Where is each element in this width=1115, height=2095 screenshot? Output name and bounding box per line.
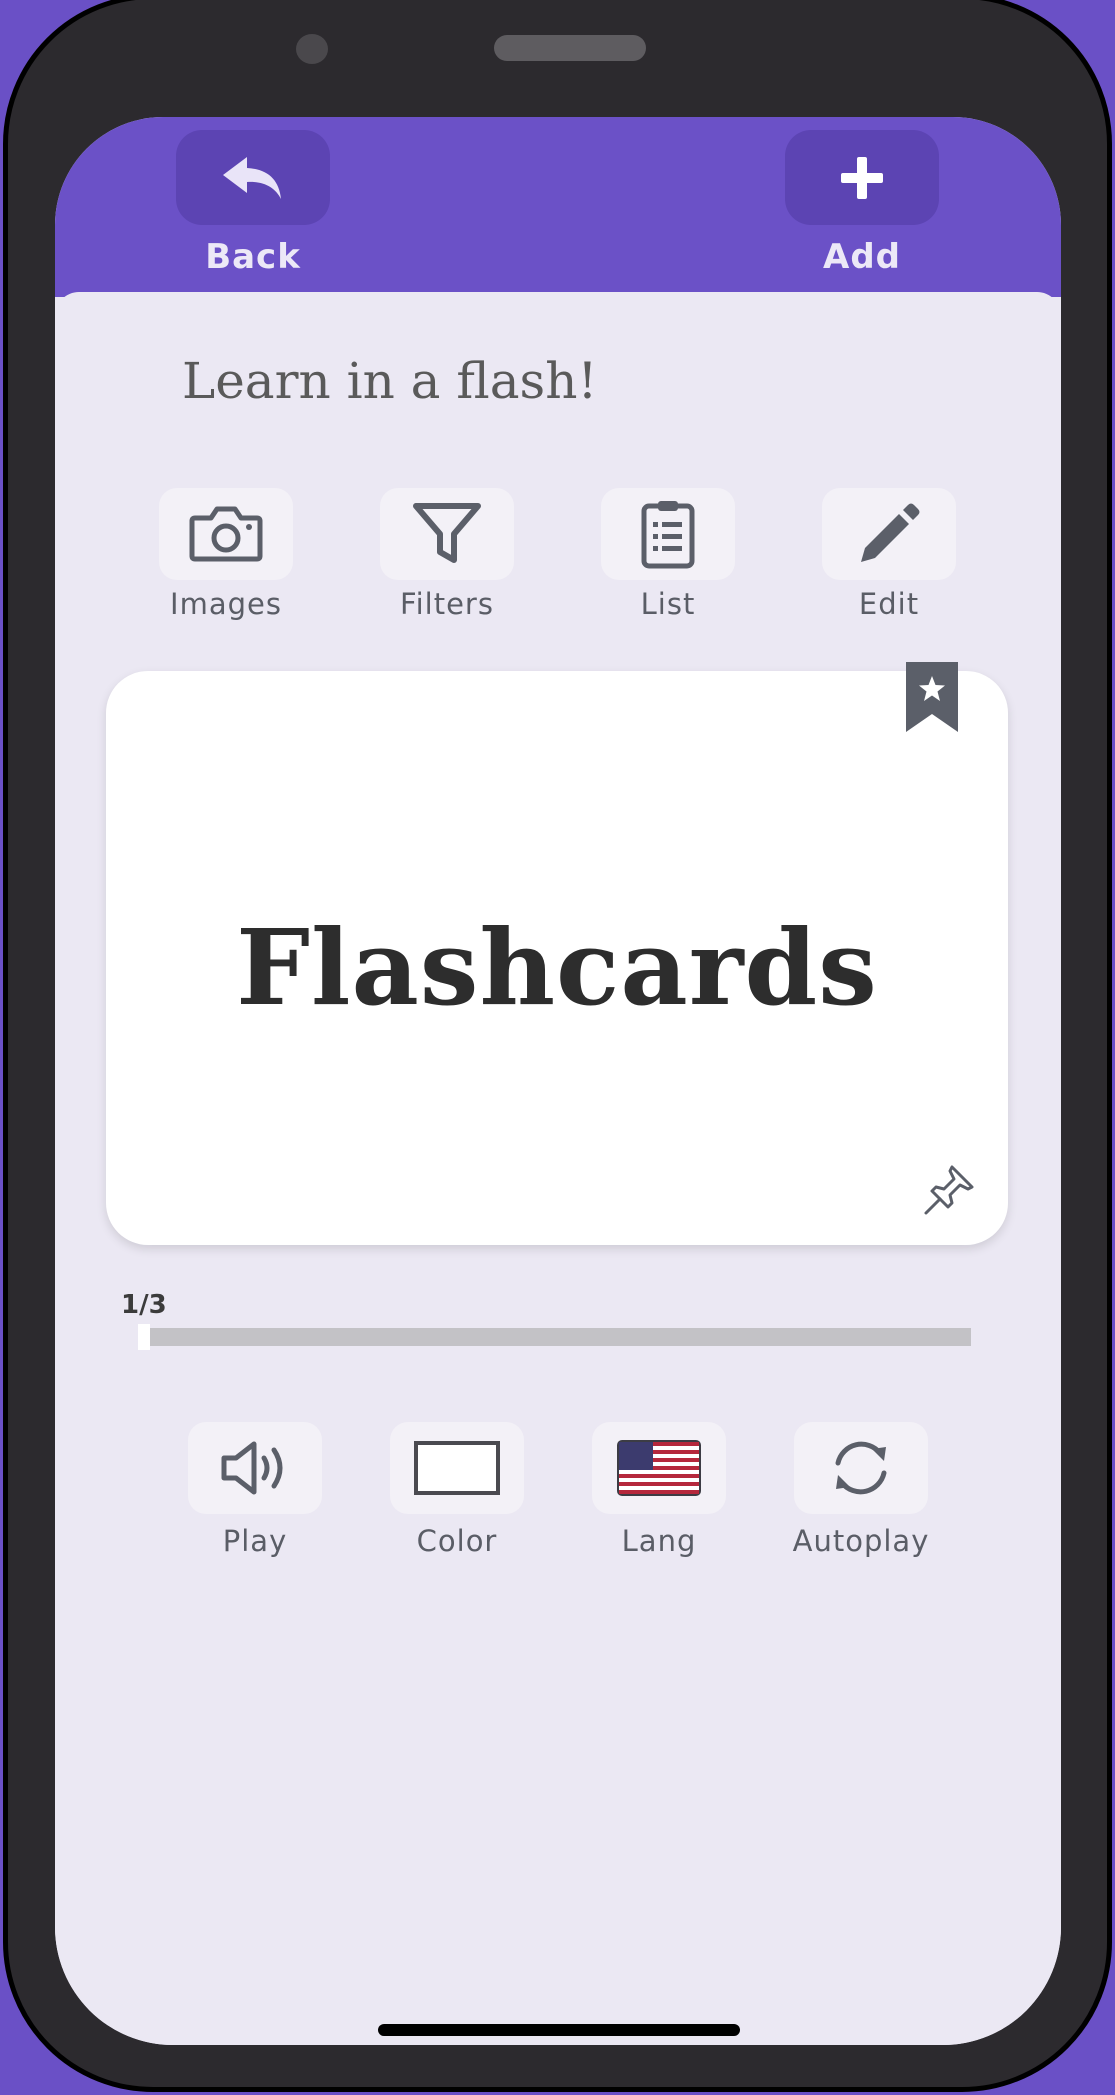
color-label: Color: [416, 1524, 498, 1558]
autoplay-label: Autoplay: [792, 1524, 930, 1558]
list-label: List: [640, 587, 696, 621]
play-button[interactable]: [188, 1422, 322, 1514]
page-title: Learn in a flash!: [182, 352, 598, 410]
filters-button[interactable]: [380, 488, 514, 580]
add-button[interactable]: [785, 130, 939, 225]
content-panel: Learn in a flash! Images Filters List Ed…: [55, 292, 1061, 2045]
top-bar: Back Add: [55, 117, 1061, 297]
edit-button[interactable]: [822, 488, 956, 580]
flashcard[interactable]: Flashcards: [106, 662, 1008, 1245]
us-flag-icon: [617, 1440, 701, 1496]
refresh-icon: [835, 1441, 887, 1495]
pencil-icon: [861, 503, 920, 562]
front-camera: [296, 34, 328, 64]
add-label: Add: [823, 237, 901, 277]
app-screen: Back Add Learn in a flash! Images Filter…: [55, 117, 1061, 2045]
play-label: Play: [222, 1524, 288, 1558]
plus-icon: [841, 156, 883, 199]
edit-label: Edit: [858, 587, 920, 621]
lang-button[interactable]: [592, 1422, 726, 1514]
back-label: Back: [205, 237, 301, 277]
home-indicator[interactable]: [378, 2024, 740, 2036]
back-arrow-icon: [223, 156, 281, 199]
camera-icon: [189, 506, 263, 562]
filters-label: Filters: [400, 587, 494, 621]
earpiece-speaker: [494, 35, 646, 61]
images-button[interactable]: [159, 488, 293, 580]
progress-track[interactable]: [143, 1328, 971, 1346]
images-label: Images: [170, 587, 282, 621]
color-button[interactable]: [390, 1422, 524, 1514]
flashcard-word: Flashcards: [236, 906, 878, 1029]
clipboard-list-icon: [641, 501, 695, 569]
bookmark-star-icon[interactable]: [904, 662, 960, 734]
lang-label: Lang: [621, 1524, 697, 1558]
pin-icon[interactable]: [922, 1163, 976, 1217]
autoplay-button[interactable]: [794, 1422, 928, 1514]
progress-counter: 1/3: [121, 1290, 167, 1320]
progress-thumb[interactable]: [138, 1324, 150, 1350]
speaker-icon: [221, 1441, 283, 1495]
back-button[interactable]: [176, 130, 330, 225]
color-swatch-icon: [414, 1441, 500, 1495]
list-button[interactable]: [601, 488, 735, 580]
filter-icon: [413, 503, 481, 563]
